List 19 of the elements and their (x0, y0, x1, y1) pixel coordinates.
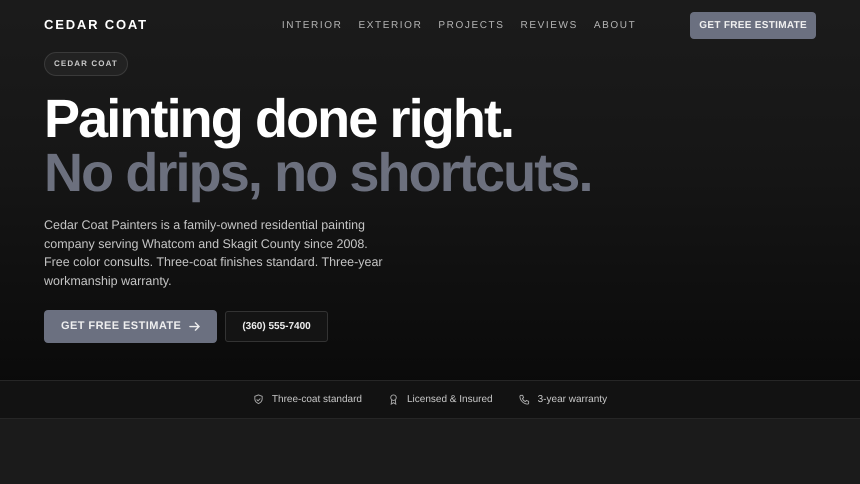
nav-link[interactable]: ABOUT (594, 18, 636, 32)
trust-item-label: Three-coat standard (272, 393, 362, 407)
estimate-button[interactable]: GET FREE ESTIMATE (690, 12, 816, 38)
nav-link[interactable]: EXTERIOR (358, 18, 422, 32)
arrow-right-icon (189, 321, 200, 332)
nav-link[interactable]: INTERIOR (282, 18, 342, 32)
nav-link[interactable]: PROJECTS (438, 18, 505, 32)
headline: Painting done right. (44, 92, 514, 146)
award-icon (388, 394, 399, 405)
shield-check-icon (252, 394, 264, 405)
trust-item-label: 3-year warranty (538, 393, 608, 407)
phone-button[interactable]: (360) 555-7400 (225, 311, 328, 342)
trust-item-label: Licensed & Insured (406, 393, 493, 407)
brand-logo[interactable]: CEDAR COAT (44, 15, 148, 35)
nav-link[interactable]: REVIEWS (520, 18, 578, 32)
hero-badge: CEDAR COAT (44, 52, 128, 76)
phone-icon (518, 394, 530, 405)
estimate-button[interactable]: GET FREE ESTIMATE (44, 310, 218, 343)
hero-description: Cedar Coat Painters is a family-owned residential painting company serving Whatcom and Skagit County since 2008. Free color consults. Three-coat finishes standard. Three-year workmanship warranty. (44, 217, 384, 290)
